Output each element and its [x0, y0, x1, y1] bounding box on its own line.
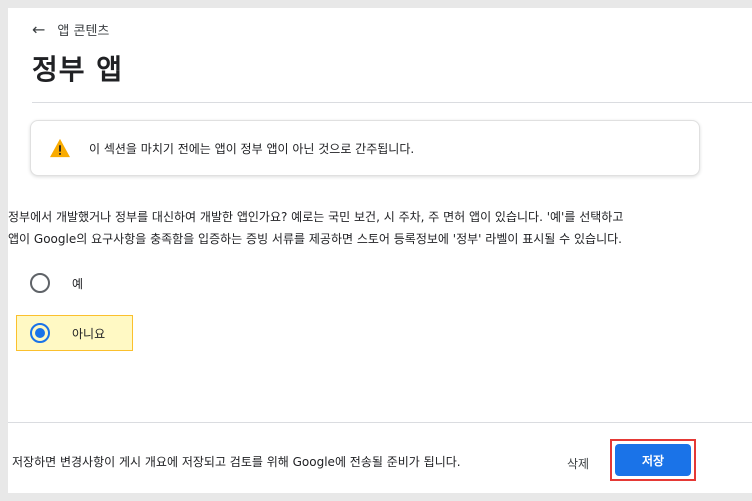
- government-app-question: 정부에서 개발했거나 정부를 대신하여 개발한 앱인가요? 예로는 국민 보건,…: [8, 206, 752, 250]
- arrow-left-icon[interactable]: ←: [32, 21, 45, 38]
- header-divider: [32, 102, 752, 103]
- app-content-page: ← 앱 콘텐츠 정부 앱 이 섹션을 마치기 전에는 앱이 정부 앱이 아닌 것…: [8, 8, 752, 493]
- radio-label-no[interactable]: 아니요: [72, 325, 105, 342]
- radio-button-yes[interactable]: [30, 273, 50, 293]
- save-button[interactable]: 저장: [615, 444, 691, 476]
- radio-label-yes[interactable]: 예: [72, 275, 83, 292]
- radio-option-yes[interactable]: 예: [30, 273, 83, 293]
- footer-note: 저장하면 변경사항이 게시 개요에 저장되고 검토를 위해 Google에 전송…: [12, 455, 461, 469]
- delete-button[interactable]: 삭제: [556, 447, 600, 479]
- warning-icon: [50, 138, 70, 158]
- warning-text: 이 섹션을 마치기 전에는 앱이 정부 앱이 아닌 것으로 간주됩니다.: [89, 141, 415, 156]
- page-title: 정부 앱: [32, 53, 124, 86]
- back-link-label[interactable]: 앱 콘텐츠: [57, 20, 109, 39]
- radio-button-no[interactable]: [30, 323, 50, 343]
- footer-bar: 저장하면 변경사항이 게시 개요에 저장되고 검토를 위해 Google에 전송…: [8, 422, 752, 493]
- warning-banner: 이 섹션을 마치기 전에는 앱이 정부 앱이 아닌 것으로 간주됩니다.: [30, 120, 700, 176]
- radio-option-no[interactable]: 아니요: [16, 315, 133, 351]
- question-line-2: 앱이 Google의 요구사항을 충족함을 입증하는 증빙 서류를 제공하면 스…: [8, 232, 622, 246]
- question-line-1: 정부에서 개발했거나 정부를 대신하여 개발한 앱인가요? 예로는 국민 보건,…: [8, 210, 624, 224]
- back-link[interactable]: ← 앱 콘텐츠: [32, 20, 109, 39]
